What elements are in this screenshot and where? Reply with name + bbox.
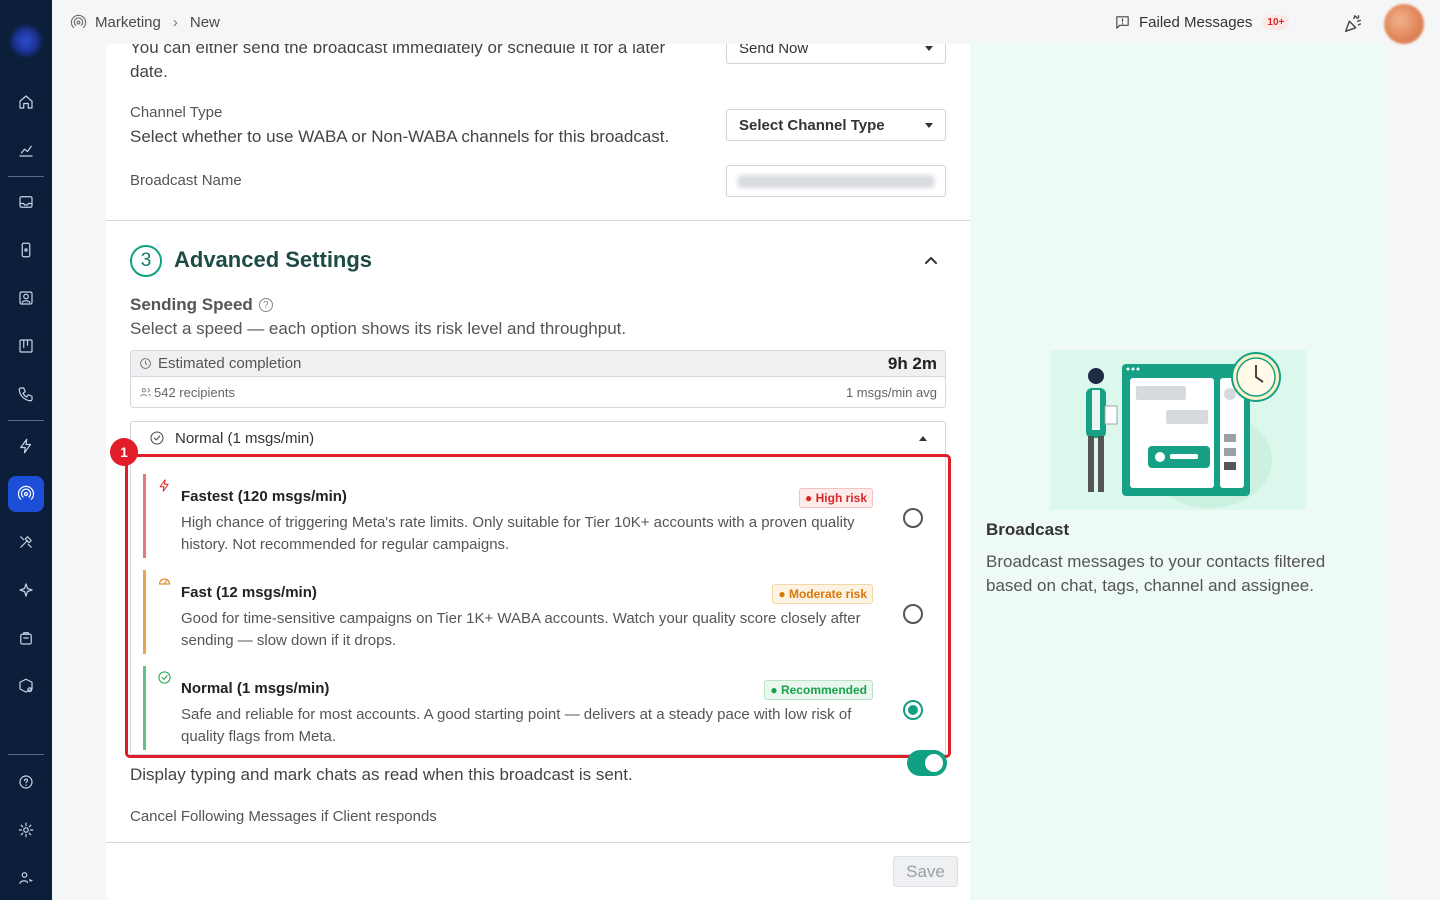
caret-down-icon bbox=[925, 45, 933, 51]
check-circle-icon bbox=[150, 431, 164, 445]
automation-icon[interactable] bbox=[8, 428, 44, 464]
annotation-number: 1 bbox=[110, 438, 138, 466]
inbox-icon[interactable] bbox=[8, 184, 44, 220]
help-icon[interactable] bbox=[8, 764, 44, 800]
settings-gear-icon[interactable] bbox=[8, 812, 44, 848]
analytics-icon[interactable] bbox=[8, 132, 44, 168]
schedule-select[interactable]: Send Now bbox=[726, 44, 946, 64]
broadcast-name-input[interactable] bbox=[726, 165, 946, 197]
failed-messages-button[interactable]: Failed Messages 10+ bbox=[1114, 14, 1290, 31]
chevron-right-icon: › bbox=[172, 14, 178, 31]
board-icon[interactable] bbox=[8, 328, 44, 364]
sidebar-divider bbox=[8, 420, 44, 421]
sidebar bbox=[0, 0, 52, 900]
broadcast-name-label: Broadcast Name bbox=[130, 172, 242, 189]
save-button[interactable]: Save bbox=[893, 856, 958, 887]
breadcrumb-current: New bbox=[189, 14, 220, 31]
speed-dropdown[interactable]: Normal (1 msgs/min) bbox=[130, 421, 946, 455]
broadcast-form-card: You can either send the broadcast immedi… bbox=[106, 44, 1386, 900]
users-icon bbox=[140, 387, 151, 396]
annotation-highlight-box bbox=[125, 454, 951, 758]
advanced-settings-title: Advanced Settings bbox=[174, 247, 373, 272]
estimate-value: 9h 2m bbox=[887, 353, 937, 373]
cancel-following-label: Cancel Following Messages if Client resp… bbox=[130, 808, 437, 825]
info-title: Broadcast bbox=[986, 520, 1070, 539]
broadcast-icon[interactable] bbox=[8, 476, 44, 512]
sidebar-divider bbox=[8, 754, 44, 755]
top-bar: Marketing › New Failed Messages 10+ bbox=[52, 0, 1440, 48]
average-rate: 1 msgs/min avg bbox=[845, 384, 937, 400]
info-description: Broadcast messages to your contacts filt… bbox=[986, 552, 1326, 595]
channel-type-select[interactable]: Select Channel Type bbox=[726, 109, 946, 141]
chevron-up-icon[interactable] bbox=[924, 254, 938, 268]
broadcast-illustration bbox=[1050, 350, 1306, 510]
mobile-icon[interactable] bbox=[8, 232, 44, 268]
section-number: 3 bbox=[130, 245, 162, 277]
home-icon[interactable] bbox=[8, 84, 44, 120]
estimate-label: Estimated completion bbox=[158, 355, 302, 372]
section-divider bbox=[106, 220, 970, 221]
contacts-icon[interactable] bbox=[8, 280, 44, 316]
failed-messages-label: Failed Messages bbox=[1139, 14, 1253, 31]
failed-count-badge: 10+ bbox=[1262, 15, 1290, 30]
sending-speed-label: Sending Speed? bbox=[130, 295, 273, 315]
breadcrumb: Marketing › New bbox=[70, 14, 220, 31]
party-popper-icon[interactable] bbox=[1342, 13, 1364, 35]
broadcast-icon bbox=[70, 14, 87, 29]
typing-indicator-toggle[interactable] bbox=[907, 750, 947, 776]
message-alert-icon bbox=[1116, 16, 1129, 29]
app-logo[interactable] bbox=[11, 26, 41, 56]
help-circle-icon[interactable]: ? bbox=[258, 298, 273, 312]
form-column: You can either send the broadcast immedi… bbox=[106, 44, 970, 900]
sending-speed-description: Select a speed — each option shows its r… bbox=[130, 319, 627, 338]
ai-sparkle-icon[interactable] bbox=[8, 572, 44, 608]
breadcrumb-marketing[interactable]: Marketing bbox=[95, 14, 161, 31]
package-settings-icon[interactable] bbox=[8, 668, 44, 704]
sidebar-divider bbox=[8, 176, 44, 177]
caret-down-icon bbox=[925, 122, 933, 128]
schedule-description: You can either send the broadcast immedi… bbox=[130, 44, 666, 81]
selected-speed: Normal (1 msgs/min) bbox=[175, 429, 315, 447]
caret-up-icon bbox=[919, 436, 927, 441]
channel-type-label: Channel Type bbox=[130, 104, 223, 121]
estimated-completion-panel: Estimated completion 9h 2m 542 recipient… bbox=[130, 350, 946, 408]
bag-icon[interactable] bbox=[8, 620, 44, 656]
info-panel: Broadcast Broadcast messages to your con… bbox=[970, 44, 1386, 900]
avatar[interactable] bbox=[1384, 4, 1424, 44]
channel-type-description: Select whether to use WABA or Non-WABA c… bbox=[130, 127, 670, 146]
phone-icon[interactable] bbox=[8, 376, 44, 412]
recipients-count: 542 recipients bbox=[154, 384, 235, 400]
user-settings-icon[interactable] bbox=[8, 860, 44, 896]
clock-icon bbox=[140, 358, 151, 369]
form-footer: Save bbox=[106, 842, 970, 900]
tools-icon[interactable] bbox=[8, 524, 44, 560]
typing-indicator-description: Display typing and mark chats as read wh… bbox=[130, 765, 633, 784]
